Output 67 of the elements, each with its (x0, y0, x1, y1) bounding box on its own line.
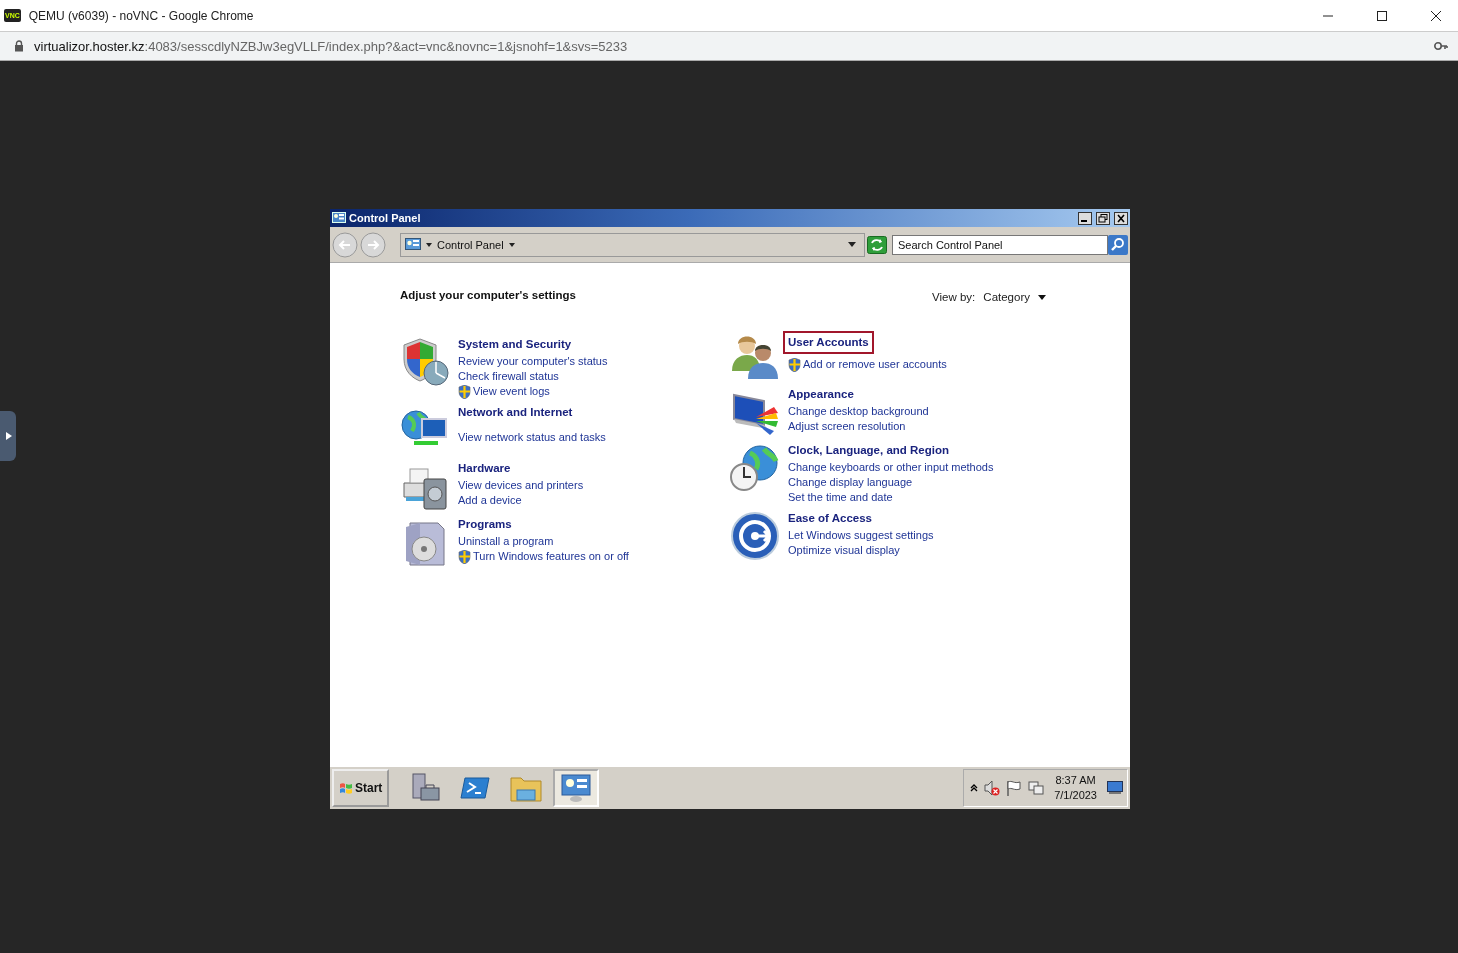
key-icon[interactable] (1434, 41, 1448, 51)
speaker-muted-icon[interactable] (984, 780, 1001, 796)
task-link[interactable]: Adjust screen resolution (788, 419, 906, 434)
accessibility-icon[interactable] (730, 511, 780, 561)
task-link[interactable]: View devices and printers (458, 478, 584, 493)
control-panel-icon (332, 212, 346, 224)
caret-icon[interactable] (426, 242, 432, 247)
caret-icon[interactable] (1038, 294, 1046, 300)
page-heading: Adjust your computer's settings (400, 289, 576, 301)
back-button[interactable] (332, 231, 358, 258)
view-by-dropdown[interactable]: Category (983, 291, 1030, 303)
control-panel-icon[interactable] (553, 769, 600, 807)
task-link[interactable]: Check firewall status (458, 369, 559, 384)
close-icon[interactable] (1114, 211, 1128, 225)
minimize-icon[interactable] (1078, 211, 1092, 225)
clock-date: 7/1/2023 (1054, 788, 1097, 803)
search-field[interactable]: Search Control Panel (892, 234, 1108, 255)
url-text: virtualizor.hoster.kz:4083/sesscdlyNZBJw3egVLLF/index.php?&act=vnc&novnc=1&jsnohf=1&svs=5233 (34, 38, 628, 54)
search-icon[interactable] (1108, 234, 1128, 255)
browser-window-title: QEMU (v6039) - noVNC - Google Chrome (28, 8, 254, 23)
address-bar[interactable]: virtualizor.hoster.kz:4083/sesscdlyNZBJw3egVLLF/index.php?&act=vnc&novnc=1&jsnohf=1&svs=5233 (0, 32, 1458, 61)
category-link[interactable]: Hardware (453, 458, 516, 479)
forward-button[interactable] (360, 231, 386, 258)
task-link[interactable]: Set the time and date (788, 490, 893, 505)
task-link[interactable]: View network status and tasks (458, 430, 606, 445)
restore-icon[interactable] (1096, 211, 1110, 225)
clock[interactable]: 8:37 AM 7/1/2023 (1054, 773, 1097, 803)
category-link[interactable]: Clock, Language, and Region (783, 440, 955, 461)
flag-icon[interactable] (1006, 780, 1023, 796)
window-title: Control Panel (349, 212, 421, 224)
task-link[interactable]: View event logs (473, 384, 550, 399)
task-link[interactable]: Optimize visual display (788, 543, 900, 558)
refresh-button[interactable] (867, 235, 887, 254)
task-link[interactable]: Review your computer's status (458, 354, 608, 369)
four-color-flag-icon (339, 781, 353, 795)
show-desktop-icon[interactable] (1107, 781, 1123, 795)
control-panel-icon (405, 237, 421, 252)
task-link[interactable]: Uninstall a program (458, 534, 554, 549)
dropdown-icon[interactable] (848, 242, 856, 247)
globe-clock-icon[interactable] (730, 443, 780, 493)
caret-icon[interactable] (508, 242, 515, 247)
task-link[interactable]: Change desktop background (788, 404, 929, 419)
close-icon[interactable] (1430, 9, 1442, 22)
view-by-label: View by: (932, 291, 976, 303)
task-link[interactable]: Add or remove user accounts (803, 357, 947, 372)
maximize-icon[interactable] (1376, 9, 1388, 22)
expand-icon (6, 432, 12, 440)
category-link[interactable]: Programs (453, 514, 517, 535)
start-button[interactable]: Start (332, 769, 390, 807)
task-link[interactable]: Turn Windows features on or off (473, 549, 629, 564)
category-link[interactable]: User Accounts (783, 331, 874, 354)
category-link[interactable]: System and Security (453, 334, 577, 355)
address-field[interactable]: Control Panel (400, 232, 865, 257)
clock-time: 8:37 AM (1055, 773, 1096, 788)
control-bar-handle[interactable] (0, 411, 16, 461)
task-link[interactable]: Add a device (458, 493, 522, 508)
task-link[interactable]: Let Windows suggest settings (788, 528, 934, 543)
category-link[interactable]: Network and Internet (453, 402, 578, 423)
chevron-up-icon[interactable] (970, 784, 979, 792)
shield-icon[interactable] (400, 337, 450, 387)
breadcrumb-item[interactable]: Control Panel (437, 238, 504, 251)
category-link[interactable]: Ease of Access (783, 508, 877, 529)
lock-icon (14, 40, 24, 52)
network-icon[interactable] (1028, 780, 1045, 796)
task-link[interactable]: Change display language (788, 475, 913, 490)
category-link[interactable]: Appearance (783, 384, 859, 405)
task-link[interactable]: Change keyboards or other input methods (788, 460, 994, 475)
